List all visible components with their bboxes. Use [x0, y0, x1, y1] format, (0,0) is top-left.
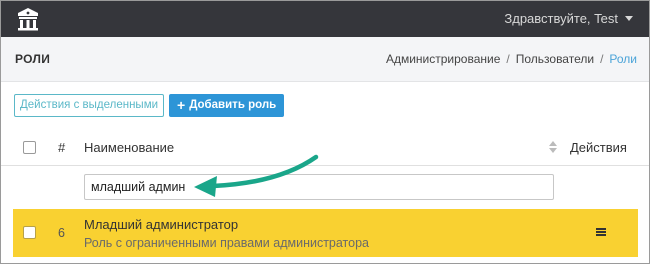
plus-icon: +	[177, 97, 186, 113]
breadcrumb-roles: Роли	[609, 52, 637, 66]
page-header: РОЛИ Администрирование / Пользователи / …	[1, 37, 649, 82]
breadcrumb: Администрирование / Пользователи / Роли	[386, 52, 637, 66]
row-checkbox[interactable]	[23, 226, 36, 239]
breadcrumb-separator: /	[506, 52, 510, 66]
list-menu-icon[interactable]	[596, 228, 606, 236]
greeting-text: Здравствуйте, Test	[504, 11, 618, 26]
column-name[interactable]: Наименование	[84, 140, 174, 155]
breadcrumb-administration[interactable]: Администрирование	[386, 52, 500, 66]
add-role-button[interactable]: + Добавить роль	[169, 94, 285, 117]
caret-down-icon	[625, 16, 633, 21]
breadcrumb-users[interactable]: Пользователи	[516, 52, 594, 66]
name-filter-input[interactable]	[84, 174, 554, 200]
breadcrumb-separator: /	[600, 52, 604, 66]
sort-icon[interactable]	[549, 140, 557, 154]
role-description: Роль с ограниченными правами администрат…	[84, 236, 369, 250]
column-number: #	[58, 140, 66, 155]
page-title: РОЛИ	[15, 52, 51, 66]
row-number: 6	[58, 226, 65, 240]
column-actions: Действия	[570, 140, 627, 155]
table-row[interactable]: 6 Младший администратор Роль с ограничен…	[13, 209, 638, 257]
user-menu[interactable]: Здравствуйте, Test	[504, 11, 633, 26]
add-role-label: Добавить роль	[189, 99, 277, 111]
top-navbar: Здравствуйте, Test	[1, 1, 649, 37]
role-name[interactable]: Младший администратор	[84, 217, 238, 232]
window: Здравствуйте, Test РОЛИ Администрировани…	[0, 0, 650, 264]
select-all-checkbox[interactable]	[23, 141, 36, 154]
building-logo-icon[interactable]	[17, 7, 39, 31]
bulk-actions-button[interactable]: Действия с выделенными	[14, 94, 165, 117]
